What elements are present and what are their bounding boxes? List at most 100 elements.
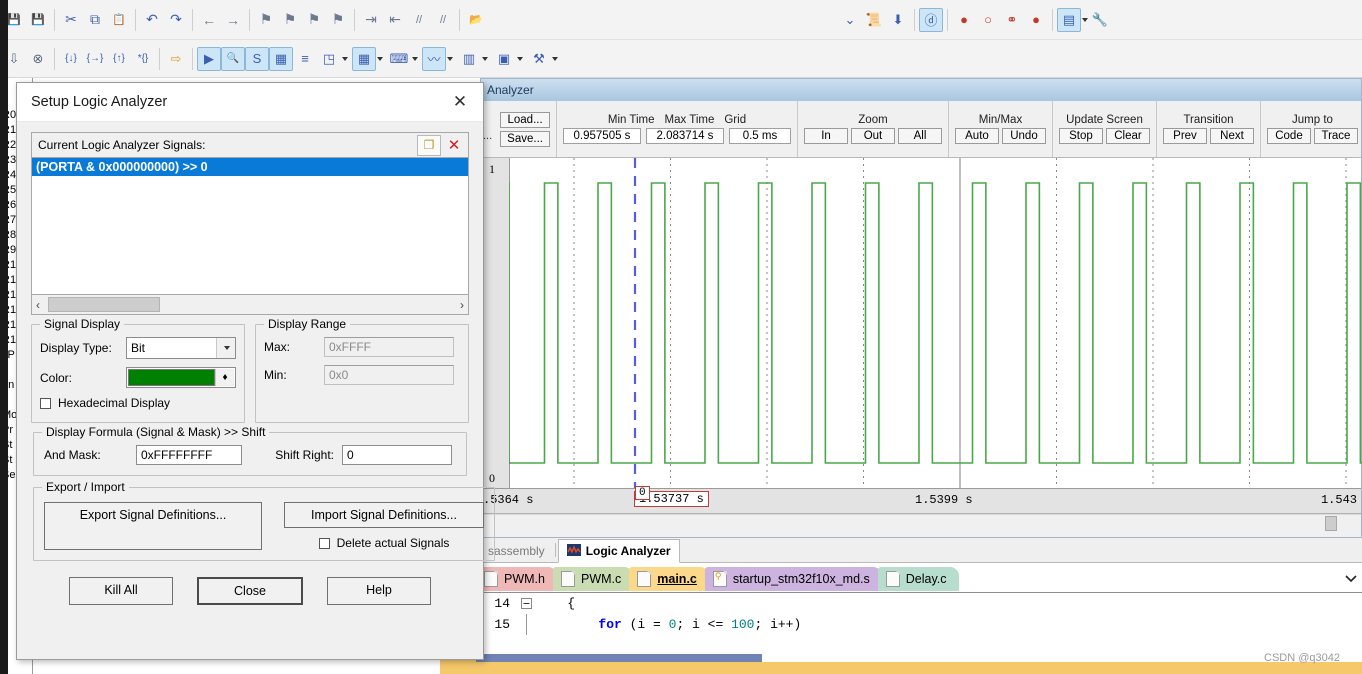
- la-button-stop[interactable]: Stop: [1058, 128, 1103, 144]
- symbols-window-icon[interactable]: S: [245, 46, 269, 71]
- chevron-down-icon[interactable]: [517, 56, 523, 61]
- indent-icon[interactable]: ⇥: [359, 8, 383, 32]
- scroll-right-icon[interactable]: ›: [460, 298, 464, 312]
- waveform-plot[interactable]: 1 0 0: [481, 158, 1362, 500]
- la-load-button[interactable]: Load...: [500, 111, 550, 128]
- la-save-button[interactable]: Save...: [500, 130, 550, 147]
- new-signal-button[interactable]: ❐: [417, 134, 441, 156]
- la-button-out[interactable]: Out: [850, 128, 895, 144]
- file-tab-startup-stm32f10x-md-s[interactable]: ⚲ startup_stm32f10x_md.s: [704, 567, 882, 591]
- analysis-window-icon[interactable]: 〰: [422, 46, 446, 71]
- chevron-down-icon[interactable]: [412, 56, 418, 61]
- disable-all-breakpoints-icon[interactable]: ⚭: [1000, 8, 1024, 32]
- serial-window-icon[interactable]: ⌨: [387, 47, 411, 71]
- signals-listbox[interactable]: (PORTA & 0x000000000) >> 0: [31, 157, 469, 295]
- file-tab-main-c[interactable]: main.c: [629, 567, 709, 591]
- close-button[interactable]: Close: [197, 577, 303, 605]
- chevron-down-icon[interactable]: [216, 338, 235, 358]
- open-folder-icon[interactable]: 📂: [464, 8, 488, 32]
- copy-icon[interactable]: ⧉: [83, 8, 107, 32]
- memory-window-icon[interactable]: ▦: [352, 46, 376, 71]
- navigate-forward-icon[interactable]: →: [221, 8, 245, 32]
- undo-icon[interactable]: ↶: [140, 8, 164, 32]
- display-type-select[interactable]: Bit: [126, 337, 236, 359]
- delete-signal-button[interactable]: ✕: [443, 136, 465, 155]
- scrollbar-thumb[interactable]: [48, 297, 160, 312]
- uncomment-icon[interactable]: //: [431, 8, 455, 32]
- la-button-trace[interactable]: Trace: [1313, 128, 1358, 144]
- step-over-icon[interactable]: {→}: [83, 47, 107, 71]
- cut-icon[interactable]: ✂: [59, 8, 83, 32]
- chevron-down-icon[interactable]: [377, 56, 383, 61]
- navigate-back-icon[interactable]: ←: [197, 8, 221, 32]
- la-max-time-input[interactable]: 2.083714 s: [645, 128, 724, 144]
- la-button-all[interactable]: All: [897, 128, 942, 144]
- paste-icon[interactable]: 📋: [107, 8, 131, 32]
- kill-all-button[interactable]: Kill All: [69, 577, 173, 605]
- file-tab-overflow-icon[interactable]: [1344, 572, 1358, 586]
- trace-window-icon[interactable]: ▥: [457, 47, 481, 71]
- toolbox-icon[interactable]: ⚒: [527, 47, 551, 71]
- chevron-down-icon[interactable]: [447, 56, 453, 61]
- export-signal-definitions-button[interactable]: Export Signal Definitions...: [44, 502, 262, 550]
- step-into-icon[interactable]: {↓}: [59, 47, 83, 71]
- color-picker[interactable]: ♦: [126, 367, 236, 388]
- file-tab-pwm-h[interactable]: PWM.h: [476, 567, 557, 591]
- la-button-auto[interactable]: Auto: [954, 128, 999, 144]
- outdent-icon[interactable]: ⇤: [383, 8, 407, 32]
- hexadecimal-display-checkbox[interactable]: Hexadecimal Display: [40, 396, 236, 410]
- fold-collapse-icon[interactable]: [516, 593, 536, 614]
- la-button-in[interactable]: In: [803, 128, 848, 144]
- code-editor[interactable]: 14 {15 for (i = 0; i <= 100; i++): [476, 592, 1362, 655]
- save-all-icon[interactable]: 💾: [26, 8, 50, 32]
- call-stack-window-icon[interactable]: ≡: [293, 47, 317, 71]
- bookmark-next-icon[interactable]: ⚑: [302, 8, 326, 32]
- stop-run-icon[interactable]: ⊗: [26, 47, 50, 71]
- system-viewer-icon[interactable]: ▣: [492, 47, 516, 71]
- debug-start-icon[interactable]: ⓓ: [919, 7, 943, 32]
- la-button-undo[interactable]: Undo: [1001, 128, 1046, 144]
- hscrollbar-thumb[interactable]: [1325, 516, 1337, 531]
- run-to-cursor-icon[interactable]: *{}: [131, 47, 155, 71]
- color-dropdown-icon[interactable]: ♦: [215, 369, 234, 386]
- build-target-icon[interactable]: 📜: [862, 8, 886, 32]
- la-button-next[interactable]: Next: [1209, 128, 1254, 144]
- disassembly-window-icon[interactable]: 🔍: [221, 46, 245, 71]
- step-out-icon[interactable]: {↑}: [107, 47, 131, 71]
- insert-breakpoint-icon[interactable]: ●: [952, 8, 976, 32]
- la-grid-input[interactable]: 0.5 ms: [728, 128, 791, 144]
- comment-icon[interactable]: //: [407, 8, 431, 32]
- dropdown-icon[interactable]: ⌄: [838, 8, 862, 32]
- download-icon[interactable]: ⬇: [886, 8, 910, 32]
- delete-actual-signals-checkbox[interactable]: Delete actual Signals: [284, 536, 484, 550]
- waveform-hscrollbar[interactable]: [481, 514, 1361, 531]
- bookmark-prev-icon[interactable]: ⚑: [278, 8, 302, 32]
- la-button-prev[interactable]: Prev: [1162, 128, 1207, 144]
- bookmark-clear-icon[interactable]: ⚑: [326, 8, 350, 32]
- la-button-clear[interactable]: Clear: [1105, 128, 1150, 144]
- chevron-down-icon[interactable]: [482, 56, 488, 61]
- and-mask-input[interactable]: 0xFFFFFFFF: [136, 445, 242, 465]
- help-button[interactable]: Help: [327, 577, 431, 605]
- chevron-down-icon[interactable]: [552, 56, 558, 61]
- import-signal-definitions-button[interactable]: Import Signal Definitions...: [284, 502, 484, 528]
- la-min-time-input[interactable]: 0.957505 s: [562, 128, 641, 144]
- max-input[interactable]: 0xFFFF: [324, 337, 454, 357]
- signals-hscrollbar[interactable]: ‹ ›: [31, 295, 469, 315]
- code-line[interactable]: 14 {: [476, 593, 1362, 614]
- watch-window-icon[interactable]: ◳: [317, 47, 341, 71]
- file-tab-delay-c[interactable]: Delay.c: [877, 567, 959, 591]
- redo-icon[interactable]: ↷: [164, 8, 188, 32]
- show-next-statement-icon[interactable]: ⇨: [164, 47, 188, 71]
- file-tab-pwm-c[interactable]: PWM.c: [552, 567, 634, 591]
- bookmark-toggle-icon[interactable]: ⚑: [254, 8, 278, 32]
- scroll-left-icon[interactable]: ‹: [36, 298, 40, 312]
- chevron-down-icon[interactable]: [342, 56, 348, 61]
- window-layout-icon[interactable]: ▤: [1057, 7, 1081, 32]
- la-button-code[interactable]: Code: [1266, 128, 1311, 144]
- code-line[interactable]: 15 for (i = 0; i <= 100; i++): [476, 614, 1362, 635]
- min-input[interactable]: 0x0: [324, 365, 454, 385]
- kill-all-breakpoints-icon[interactable]: ●: [1024, 8, 1048, 32]
- shift-right-input[interactable]: 0: [342, 445, 452, 465]
- configure-icon[interactable]: 🔧: [1088, 8, 1112, 32]
